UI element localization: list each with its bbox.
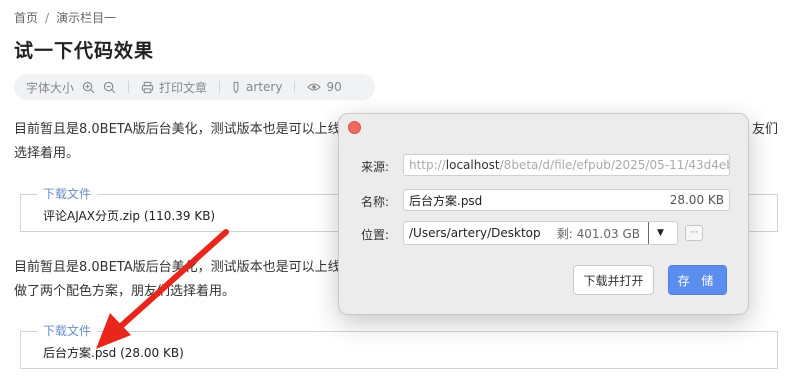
file-size-value: 28.00 KB	[669, 193, 724, 207]
location-path: /Users/artery/Desktop	[409, 226, 541, 240]
source-url-path: /8beta/d/file/efpub/2025/05-11/43d4ebe	[499, 158, 730, 172]
free-space: 剩: 401.03 GB	[556, 226, 640, 241]
pen-icon	[232, 81, 240, 94]
location-label: 位置:	[361, 228, 390, 242]
download-file-link[interactable]: 后台方案.psd (28.00 KB)	[43, 344, 184, 361]
font-size-label: 字体大小	[26, 80, 75, 95]
author-name: artery	[246, 80, 283, 94]
source-url-host: localhost	[445, 158, 500, 172]
printer-icon	[141, 81, 154, 94]
save-button[interactable]: 存 储	[668, 265, 727, 295]
eye-icon	[307, 82, 322, 92]
print-button[interactable]: 打印文章	[141, 79, 207, 96]
download-dialog: 来源: http://localhost/8beta/d/file/efpub/…	[338, 113, 749, 315]
breadcrumb: 首页 / 演示栏目一	[14, 9, 116, 26]
browse-more-button[interactable]: ···	[685, 225, 703, 241]
file-name-value: 后台方案.psd	[409, 193, 483, 208]
source-label: 来源:	[361, 160, 390, 174]
breadcrumb-separator: /	[45, 11, 50, 25]
print-label: 打印文章	[159, 80, 208, 95]
view-count: 90	[307, 80, 342, 94]
author-info: artery	[232, 80, 282, 94]
view-count-value: 90	[326, 80, 342, 94]
paragraph-line: 目前暂且是8.0BETA版后台美化，测试版本也是可以上线	[14, 122, 341, 137]
article-toolbar: 字体大小 打印文章 artery 90	[14, 74, 375, 100]
close-button[interactable]	[348, 121, 361, 134]
download-box: 下载文件 后台方案.psd (28.00 KB)	[20, 324, 778, 369]
zoom-out-icon[interactable]	[103, 81, 116, 94]
name-label: 名称:	[361, 195, 390, 209]
breadcrumb-current-link[interactable]: 演示栏目一	[56, 11, 116, 25]
paragraph-line-tail: 友们	[752, 122, 779, 137]
download-legend: 下载文件	[37, 187, 98, 201]
download-legend: 下载文件	[37, 324, 98, 338]
file-name-field[interactable]: 后台方案.psd 28.00 KB	[403, 189, 730, 211]
toolbar-divider	[219, 81, 221, 93]
download-file-link[interactable]: 评论AJAX分页.zip (110.39 KB)	[43, 207, 215, 224]
location-select[interactable]: /Users/artery/Desktop 剩: 401.03 GB ▼	[403, 221, 678, 245]
source-url-field[interactable]: http://localhost/8beta/d/file/efpub/2025…	[403, 154, 730, 176]
toolbar-divider	[294, 81, 296, 93]
source-url-prefix: http://	[409, 158, 446, 172]
chevron-down-icon[interactable]: ▼	[648, 222, 672, 244]
breadcrumb-home-link[interactable]: 首页	[14, 11, 38, 25]
download-and-open-button[interactable]: 下载并打开	[573, 265, 654, 295]
toolbar-divider	[128, 81, 130, 93]
zoom-in-icon[interactable]	[82, 81, 95, 94]
page-title: 试一下代码效果	[14, 40, 155, 62]
